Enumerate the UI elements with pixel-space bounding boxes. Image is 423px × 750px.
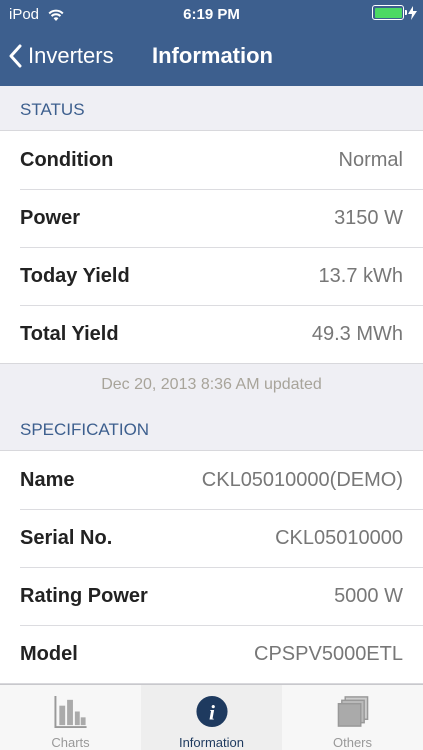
row-value: 5000 W <box>334 584 403 607</box>
row-label: Model <box>20 642 78 665</box>
spec-row-serial: Serial No. CKL05010000 <box>0 509 423 567</box>
row-value: CPSPV5000ETL <box>254 642 403 665</box>
battery-icon <box>372 5 407 20</box>
info-icon: i <box>195 695 228 728</box>
back-label: Inverters <box>28 43 114 68</box>
row-value: 49.3 MWh <box>311 322 403 345</box>
tab-bar: Charts i Information Others <box>0 684 423 750</box>
row-label: Condition <box>20 148 114 171</box>
header: iPod 6:19 PM Inverters Information <box>0 0 423 86</box>
tab-label: Others <box>332 735 372 750</box>
tab-others[interactable]: Others <box>282 685 423 750</box>
navigation-bar: Inverters Information <box>0 28 423 86</box>
last-updated-text: Dec 20, 2013 8:36 AM updated <box>101 376 322 393</box>
status-table: Condition Normal Power 3150 W Today Yiel… <box>0 130 423 364</box>
clock: 6:19 PM <box>183 6 240 23</box>
svg-text:i: i <box>209 700 215 724</box>
row-label: Power <box>20 206 81 229</box>
row-label: Total Yield <box>20 322 119 345</box>
row-value: 3150 W <box>334 206 403 229</box>
row-value: Normal <box>338 148 403 171</box>
row-label: Name <box>20 468 75 491</box>
row-label: Rating Power <box>20 584 148 607</box>
row-value: CKL05010000(DEMO) <box>201 468 403 491</box>
tab-label: Charts <box>51 735 90 750</box>
spec-row-name: Name CKL05010000(DEMO) <box>0 451 423 509</box>
specification-table: Name CKL05010000(DEMO) Serial No. CKL050… <box>0 450 423 684</box>
status-row-power: Power 3150 W <box>0 189 423 247</box>
specification-section-header: SPECIFICATION <box>20 420 150 439</box>
battery-group <box>372 5 417 20</box>
row-value: 13.7 kWh <box>318 264 403 287</box>
row-value: CKL05010000 <box>275 526 403 549</box>
tab-charts[interactable]: Charts <box>0 685 141 750</box>
bar-chart-icon <box>53 695 87 729</box>
back-button[interactable]: Inverters <box>8 28 114 84</box>
spec-row-model: Model CPSPV5000ETL <box>0 625 423 683</box>
tab-information[interactable]: i Information <box>141 685 282 750</box>
status-row-today-yield: Today Yield 13.7 kWh <box>0 247 423 305</box>
page-title: Information <box>152 43 273 68</box>
chevron-left-icon <box>9 44 22 68</box>
charging-bolt-icon <box>408 5 417 20</box>
content-scroll[interactable]: STATUS Condition Normal Power 3150 W Tod… <box>0 86 423 684</box>
status-row-condition: Condition Normal <box>0 131 423 189</box>
status-bar: iPod 6:19 PM <box>0 0 423 28</box>
tab-label: Information <box>178 735 245 750</box>
status-section-header: STATUS <box>20 100 85 119</box>
status-row-total-yield: Total Yield 49.3 MWh <box>0 305 423 363</box>
row-label: Today Yield <box>20 264 130 287</box>
row-label: Serial No. <box>20 526 113 549</box>
spec-row-rating-power: Rating Power 5000 W <box>0 567 423 625</box>
stack-icon <box>337 696 368 727</box>
